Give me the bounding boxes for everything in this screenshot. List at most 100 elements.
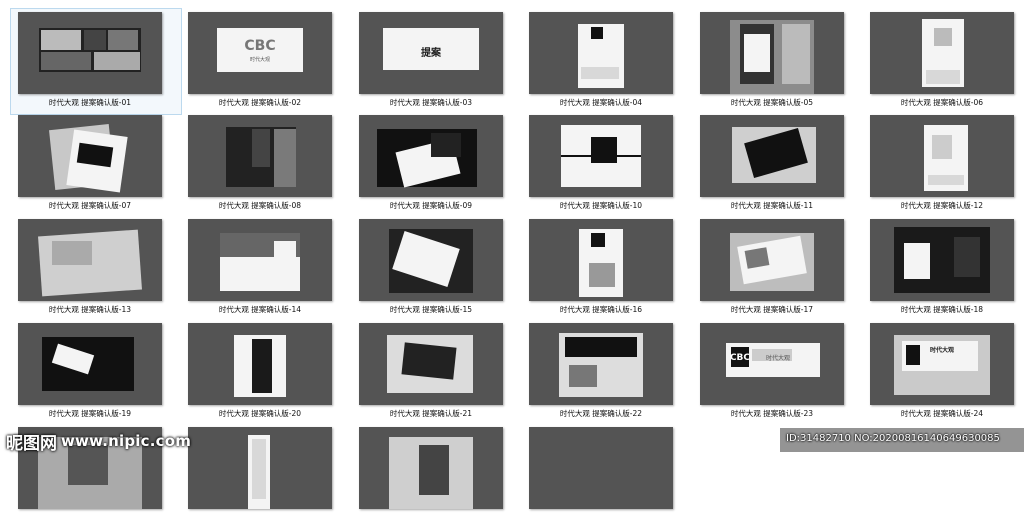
slide-logo-subtext: 时代大观 [765,355,790,362]
thumbnail-grid: 时代大观 提案确认版-01 CBC 时代大观 时代大观 提案确认版-02 提案 时代大观 … [0,0,1024,509]
mockup-shape [904,243,930,279]
mockup-shape [252,339,272,393]
slide-preview [188,323,332,405]
slide-thumbnail[interactable]: 时代大观 提案确认版-07 [11,112,181,217]
slide-thumbnail[interactable]: 时代大观 提案确认版-22 [522,320,692,425]
slide-thumbnail[interactable]: 时代大观 提案确认版-21 [352,320,522,425]
slide-thumbnail[interactable]: 时代大观 提案确认版-19 [11,320,181,425]
slide-caption: 时代大观 提案确认版-10 [559,201,643,210]
slide-logo-text: CBC [244,38,276,54]
slide-preview [700,115,844,197]
slide-thumbnail[interactable]: CBC 时代大观 时代大观 提案确认版-02 [181,9,351,114]
slide-preview [359,115,503,197]
slide-thumbnail[interactable]: 时代大观 提案确认版-01 [10,8,182,115]
slide-caption: 时代大观 提案确认版-19 [48,409,132,418]
slide-preview [529,12,673,94]
mockup-shape [926,70,960,84]
slide-caption: 时代大观 提案确认版-07 [48,201,132,210]
slide-caption: 时代大观 提案确认版-17 [730,305,814,314]
slide-caption: 时代大观 提案确认版-12 [900,201,984,210]
mockup-shape [934,28,952,46]
mockup-shape [84,30,106,50]
slide-caption: 时代大观 提案确认版-22 [559,409,643,418]
mockup-shape [108,30,138,50]
slide-thumbnail[interactable]: 时代大观 提案确认版-06 [863,9,1024,114]
mockup-shape [52,241,92,265]
slide-caption: 时代大观 提案确认版-23 [730,409,814,418]
slide-thumbnail[interactable]: 时代大观 提案确认版-18 [863,216,1024,321]
mockup-shape [252,129,270,167]
slide-preview [359,219,503,301]
watermark-site: 昵图网 [6,433,57,454]
slide-preview [529,219,673,301]
slide-caption: 时代大观 提案确认版-21 [389,409,473,418]
watermark-logo: 昵图网 www.nipic.com [6,428,191,454]
slide-thumbnail[interactable]: 时代大观 提案确认版-13 [11,216,181,321]
slide-caption: 时代大观 提案确认版-06 [900,98,984,107]
slide-thumbnail[interactable]: 时代大观 提案确认版-17 [693,216,863,321]
slide-thumbnail[interactable]: 时代大观时代大观 提案确认版-24 [863,320,1024,425]
mockup-shape [41,52,91,70]
slide-preview [18,323,162,405]
mockup-shape [274,241,296,259]
slide-thumbnail[interactable]: 时代大观 提案确认版-08 [181,112,351,217]
mockup-shape [744,247,770,269]
slide-preview [188,219,332,301]
slide-preview [700,12,844,94]
slide-caption: 时代大观 提案确认版-24 [900,409,984,418]
slide-preview: 时代大观 [870,323,1014,405]
mockup-shape [932,135,952,159]
slide-caption: 时代大观 提案确认版-13 [48,305,132,314]
slide-thumbnail[interactable]: 提案 时代大观 提案确认版-03 [352,9,522,114]
slide-logo-subtext: 时代大观 [249,57,270,63]
slide-thumbnail[interactable]: 时代大观 提案确认版-04 [522,9,692,114]
mockup-shape [591,137,617,163]
slide-thumbnail[interactable] [522,424,692,529]
slide-logo-text: 提案 [421,48,441,59]
slide-preview: CBC 时代大观 [700,323,844,405]
slide-caption: 时代大观 提案确认版-15 [389,305,473,314]
slide-thumbnail[interactable]: 时代大观 提案确认版-11 [693,112,863,217]
slide-caption: 时代大观 提案确认版-20 [218,409,302,418]
slide-thumbnail[interactable]: 时代大观 提案确认版-20 [181,320,351,425]
slide-thumbnail[interactable]: 时代大观 提案确认版-15 [352,216,522,321]
slide-thumbnail[interactable]: 时代大观 提案确认版-10 [522,112,692,217]
slide-thumbnail[interactable]: CBC 时代大观时代大观 提案确认版-23 [693,320,863,425]
slide-preview [18,115,162,197]
slide-preview [18,219,162,301]
slide-caption: 时代大观 提案确认版-01 [48,98,132,107]
slide-preview [870,219,1014,301]
slide-thumbnail[interactable]: 时代大观 提案确认版-09 [352,112,522,217]
mockup-shape [565,337,637,357]
mockup-shape [561,155,641,157]
slide-thumbnail[interactable]: 时代大观 提案确认版-05 [693,9,863,114]
slide-preview [700,219,844,301]
slide-caption: 时代大观 提案确认版-05 [730,98,814,107]
mockup-shape [401,342,457,380]
mockup-shape [252,439,266,499]
slide-caption: 时代大观 提案确认版-16 [559,305,643,314]
slide-thumbnail[interactable] [352,424,522,529]
watermark-url: www.nipic.com [61,432,192,450]
mockup-shape [591,27,603,39]
mockup-shape [744,34,770,72]
mockup-shape [928,175,964,185]
slide-logo-text: 时代大观 [929,347,954,354]
slide-preview [18,12,162,94]
slide-thumbnail[interactable]: 时代大观 提案确认版-14 [181,216,351,321]
slide-preview [870,12,1014,94]
mockup-shape [581,67,619,79]
slide-preview [188,115,332,197]
mockup-shape [569,365,597,387]
slide-caption: 时代大观 提案确认版-04 [559,98,643,107]
slide-thumbnail[interactable] [181,424,351,529]
slide-preview: CBC 时代大观 [188,12,332,94]
watermark-id: ID:31482710 NO:20200816140649630085 [786,433,1000,444]
slide-caption: 时代大观 提案确认版-14 [218,305,302,314]
slide-thumbnail[interactable]: 时代大观 提案确认版-16 [522,216,692,321]
slide-thumbnail[interactable]: 时代大观 提案确认版-12 [863,112,1024,217]
mockup-shape [782,24,810,84]
mockup-shape [41,30,81,50]
mockup-shape [431,133,461,157]
slide-preview [188,427,332,509]
